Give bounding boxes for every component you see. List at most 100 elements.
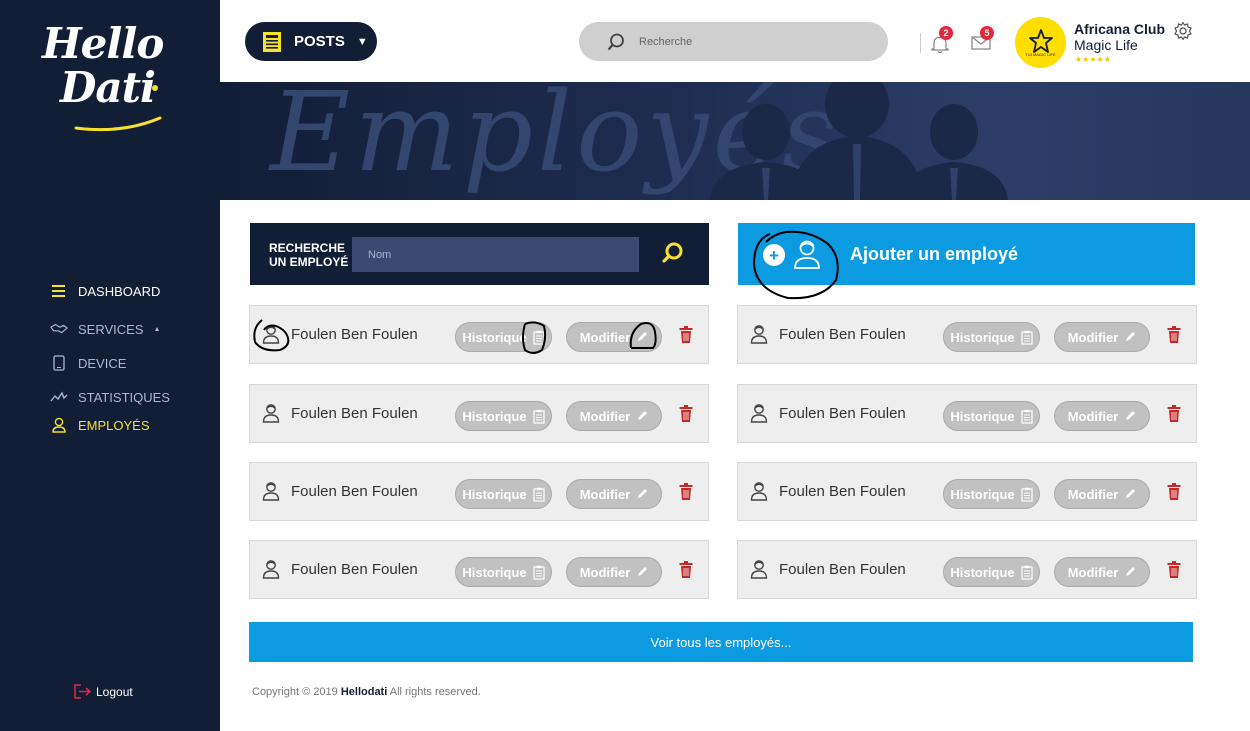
employee-icon bbox=[750, 560, 768, 579]
posts-label: POSTS bbox=[294, 33, 345, 50]
history-label: Historique bbox=[462, 486, 527, 502]
club-logo-text: TUI MAGIC LIFE bbox=[1025, 52, 1056, 57]
history-button[interactable]: Historique bbox=[943, 322, 1040, 352]
employee-name: Foulen Ben Foulen bbox=[779, 561, 906, 578]
caret-down-icon: ▼ bbox=[356, 35, 368, 48]
edit-button[interactable]: Modifier bbox=[566, 401, 662, 431]
clipboard-icon bbox=[1021, 487, 1033, 502]
trash-icon[interactable] bbox=[1167, 405, 1181, 423]
sidebar-item-dashboard[interactable]: DASHBOARD bbox=[50, 282, 160, 300]
club-name: Africana Club bbox=[1074, 21, 1166, 37]
annotation-circle-icon bbox=[752, 230, 839, 300]
copyright-brand: Hellodati bbox=[340, 686, 388, 698]
club-logo[interactable]: TUI MAGIC LIFE bbox=[1015, 17, 1066, 68]
employee-card: Foulen Ben Foulen Historique Modifier bbox=[737, 540, 1197, 599]
trash-icon[interactable] bbox=[1167, 326, 1181, 344]
club-rating-stars: ★★★★★ bbox=[1075, 55, 1111, 64]
top-bar: POSTS ▼ 2 5 TUI MAGIC LIFE Africana Club… bbox=[220, 0, 1250, 82]
star-logo-icon bbox=[1028, 29, 1053, 53]
hellodati-logo[interactable]: Hello Dati bbox=[42, 22, 172, 137]
history-label: Historique bbox=[462, 564, 527, 580]
pencil-icon bbox=[1126, 411, 1136, 420]
employee-name: Foulen Ben Foulen bbox=[779, 483, 906, 500]
see-all-employees-button[interactable]: Voir tous les employés... bbox=[249, 622, 1193, 662]
messages-badge: 5 bbox=[980, 26, 994, 40]
edit-label: Modifier bbox=[1067, 486, 1119, 502]
copyright-suffix: All rights reserved. bbox=[389, 686, 481, 698]
annotation-circle-icon bbox=[253, 319, 290, 352]
employee-card: Foulen Ben Foulen Historique Modifier bbox=[737, 384, 1197, 443]
employee-icon bbox=[750, 482, 768, 501]
search-icon bbox=[607, 33, 624, 50]
see-all-label: Voir tous les employés... bbox=[650, 634, 792, 650]
copyright-prefix: Copyright © 2019 bbox=[252, 686, 338, 698]
settings-button[interactable] bbox=[1173, 21, 1193, 46]
employee-name: Foulen Ben Foulen bbox=[291, 483, 418, 500]
employee-search-button[interactable] bbox=[662, 242, 684, 269]
edit-button[interactable]: Modifier bbox=[566, 557, 662, 587]
pencil-icon bbox=[1126, 332, 1136, 341]
trash-icon[interactable] bbox=[679, 405, 693, 423]
sidebar-item-services[interactable]: SERVICES ▲ bbox=[50, 320, 160, 338]
employee-name: Foulen Ben Foulen bbox=[291, 561, 418, 578]
employee-search-label: RECHERCHE UN EMPLOYÉ bbox=[269, 241, 348, 269]
history-button[interactable]: Historique bbox=[455, 557, 552, 587]
edit-label: Modifier bbox=[579, 329, 631, 345]
sidebar-item-label: DEVICE bbox=[78, 355, 127, 371]
employee-name: Foulen Ben Foulen bbox=[291, 405, 418, 422]
clipboard-icon bbox=[1021, 565, 1033, 580]
footer-copyright: Copyright © 2019 Hellodati All rights re… bbox=[252, 686, 481, 698]
notifications-button[interactable]: 2 bbox=[930, 26, 953, 59]
edit-button[interactable]: Modifier bbox=[1054, 479, 1150, 509]
gear-icon bbox=[1174, 21, 1192, 41]
history-label: Historique bbox=[950, 329, 1015, 345]
employee-icon bbox=[262, 560, 280, 579]
sidebar: Hello Dati DASHBOARD SERVICES ▲ DEVICE S… bbox=[0, 0, 220, 731]
messages-button[interactable]: 5 bbox=[971, 26, 994, 56]
edit-label: Modifier bbox=[579, 408, 631, 424]
page-banner: Employés bbox=[220, 82, 1250, 200]
sidebar-item-employes[interactable]: EMPLOYÉS bbox=[50, 416, 150, 434]
history-button[interactable]: Historique bbox=[455, 401, 552, 431]
annotation-circle-icon bbox=[629, 322, 657, 349]
logout-button[interactable]: Logout bbox=[74, 684, 133, 699]
history-label: Historique bbox=[462, 329, 527, 345]
top-search-input[interactable] bbox=[639, 35, 859, 48]
employee-name: Foulen Ben Foulen bbox=[779, 405, 906, 422]
clipboard-icon bbox=[533, 487, 545, 502]
history-button[interactable]: Historique bbox=[455, 479, 552, 509]
trash-icon[interactable] bbox=[679, 561, 693, 579]
logo-swoosh-icon bbox=[74, 85, 162, 132]
menu-lines-icon bbox=[50, 282, 68, 300]
edit-label: Modifier bbox=[1067, 408, 1119, 424]
posts-icon bbox=[263, 31, 281, 52]
edit-button[interactable]: Modifier bbox=[1054, 557, 1150, 587]
trash-icon[interactable] bbox=[679, 483, 693, 501]
pencil-icon bbox=[638, 411, 648, 420]
employee-icon bbox=[262, 482, 280, 501]
employee-name-input[interactable] bbox=[352, 237, 639, 272]
edit-button[interactable]: Modifier bbox=[566, 479, 662, 509]
sidebar-item-label: EMPLOYÉS bbox=[78, 417, 150, 433]
sidebar-item-device[interactable]: DEVICE bbox=[50, 354, 126, 372]
trash-icon[interactable] bbox=[679, 326, 693, 344]
history-label: Historique bbox=[462, 408, 527, 424]
edit-button[interactable]: Modifier bbox=[1054, 401, 1150, 431]
handshake-icon bbox=[50, 320, 68, 338]
posts-dropdown-button[interactable]: POSTS ▼ bbox=[245, 22, 377, 61]
trash-icon[interactable] bbox=[1167, 561, 1181, 579]
clipboard-icon bbox=[533, 409, 545, 424]
history-label: Historique bbox=[950, 486, 1015, 502]
sidebar-item-statistiques[interactable]: STATISTIQUES bbox=[50, 388, 170, 406]
edit-button[interactable]: Modifier bbox=[1054, 322, 1150, 352]
search-icon bbox=[662, 242, 683, 263]
history-button[interactable]: Historique bbox=[943, 557, 1040, 587]
history-button[interactable]: Historique bbox=[943, 479, 1040, 509]
trash-icon[interactable] bbox=[1167, 483, 1181, 501]
employee-card: Foulen Ben Foulen Historique Modifier bbox=[249, 462, 709, 521]
clipboard-icon bbox=[1021, 330, 1033, 345]
employee-card: Foulen Ben Foulen Historique Modifier bbox=[249, 384, 709, 443]
logout-icon bbox=[74, 684, 91, 699]
employee-icon bbox=[50, 416, 68, 434]
history-button[interactable]: Historique bbox=[943, 401, 1040, 431]
